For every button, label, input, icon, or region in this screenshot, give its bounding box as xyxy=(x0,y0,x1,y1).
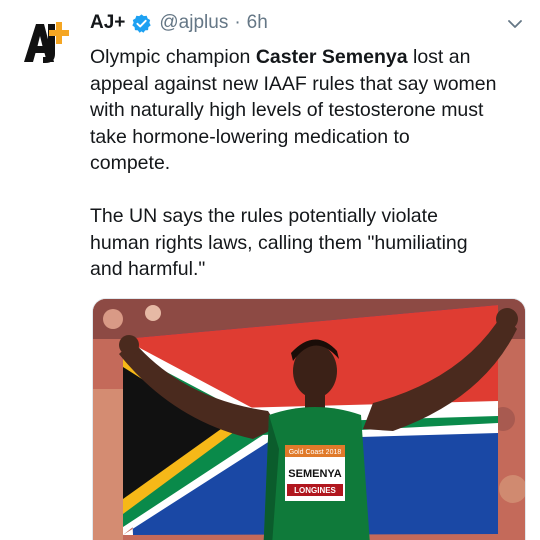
chevron-down-icon[interactable] xyxy=(506,15,524,33)
bib-event-label: Gold Coast 2018 xyxy=(289,449,342,456)
tweet-line: The UN says the rules potentially violat… xyxy=(90,205,438,227)
tweet-body: Olympic champion Caster Semenya lost an … xyxy=(90,44,522,283)
tweet-line: take hormone-lowering medication to xyxy=(90,125,410,148)
tweet-photo[interactable]: Gold Coast 2018 SEMENYA LONGINES xyxy=(92,298,526,540)
tweet-header: AJ+ @ajplus · 6h xyxy=(90,10,268,36)
bib-name-label: SEMENYA xyxy=(288,468,341,480)
tweet-line: and harmful." xyxy=(90,258,206,280)
separator-dot: · xyxy=(234,12,241,33)
account-name[interactable]: AJ+ xyxy=(90,12,125,34)
tweet-line: Olympic champion Caster Semenya lost an xyxy=(90,46,471,68)
bib-sponsor-label: LONGINES xyxy=(294,486,336,495)
tweet-line: human rights laws, calling them "humilia… xyxy=(90,231,468,254)
tweet-line: with naturally high levels of testostero… xyxy=(90,99,484,121)
tweet-timestamp[interactable]: 6h xyxy=(247,12,268,34)
tweet-line: compete. xyxy=(90,152,171,174)
mention-caster-semenya: Caster Semenya xyxy=(255,46,408,68)
tweet-line: appeal against new IAAF rules that say w… xyxy=(90,72,497,95)
aj-plus-logo[interactable] xyxy=(18,16,70,68)
verified-badge-icon xyxy=(132,13,152,33)
account-handle[interactable]: @ajplus xyxy=(159,12,228,34)
